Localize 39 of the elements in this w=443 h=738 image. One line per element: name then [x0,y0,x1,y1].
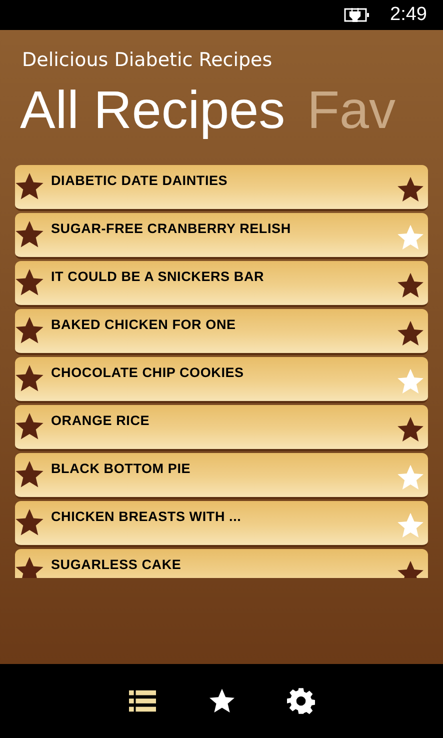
battery-charging-icon [344,8,370,22]
star-icon [14,411,45,442]
recipe-name: SUGAR-FREE CRANBERRY RELISH [51,220,291,238]
favorite-star-icon[interactable] [396,175,425,204]
recipe-row[interactable]: CHOCOLATE CHIP COOKIES [15,357,428,403]
recipe-name: DIABETIC DATE DAINTIES [51,172,228,190]
favorite-star-icon[interactable] [396,511,425,540]
recipe-name: BLACK BOTTOM PIE [51,460,191,478]
star-icon [14,507,45,538]
clock-time: 2:49 [390,2,427,27]
recipe-row[interactable]: IT COULD BE A SNICKERS BAR [15,261,428,307]
star-icon [14,315,45,346]
recipe-row[interactable]: CHICKEN BREASTS WITH ... [15,501,428,547]
favorite-star-icon[interactable] [396,463,425,492]
recipe-name: SUGARLESS CAKE [51,556,182,574]
favorite-star-icon[interactable] [396,367,425,396]
recipe-name: BAKED CHICKEN FOR ONE [51,316,236,334]
recipe-name: ORANGE RICE [51,412,150,430]
recipe-name: IT COULD BE A SNICKERS BAR [51,268,264,286]
favorite-star-icon[interactable] [396,223,425,252]
favorite-star-icon[interactable] [396,271,425,300]
star-icon [14,219,45,250]
recipe-row[interactable]: SUGARLESS CAKE [15,549,428,578]
pivot-header[interactable]: All Recipes [20,79,286,143]
star-icon [14,267,45,298]
app-title: Delicious Diabetic Recipes [21,48,274,73]
recipe-row[interactable]: ORANGE RICE [15,405,428,451]
recipe-name: CHICKEN BREASTS WITH ... [51,508,242,526]
recipe-row[interactable]: DIABETIC DATE DAINTIES [15,165,428,211]
star-icon [14,459,45,490]
recipe-row[interactable]: SUGAR-FREE CRANBERRY RELISH [15,213,428,259]
favorite-star-icon[interactable] [396,415,425,444]
recipe-row[interactable]: BLACK BOTTOM PIE [15,453,428,499]
star-icon [14,171,45,202]
star-icon [14,363,45,394]
recipe-name: CHOCOLATE CHIP COOKIES [51,364,244,382]
favorite-star-icon[interactable] [396,319,425,348]
recipe-row[interactable]: BAKED CHICKEN FOR ONE [15,309,428,355]
star-icon [14,555,45,578]
